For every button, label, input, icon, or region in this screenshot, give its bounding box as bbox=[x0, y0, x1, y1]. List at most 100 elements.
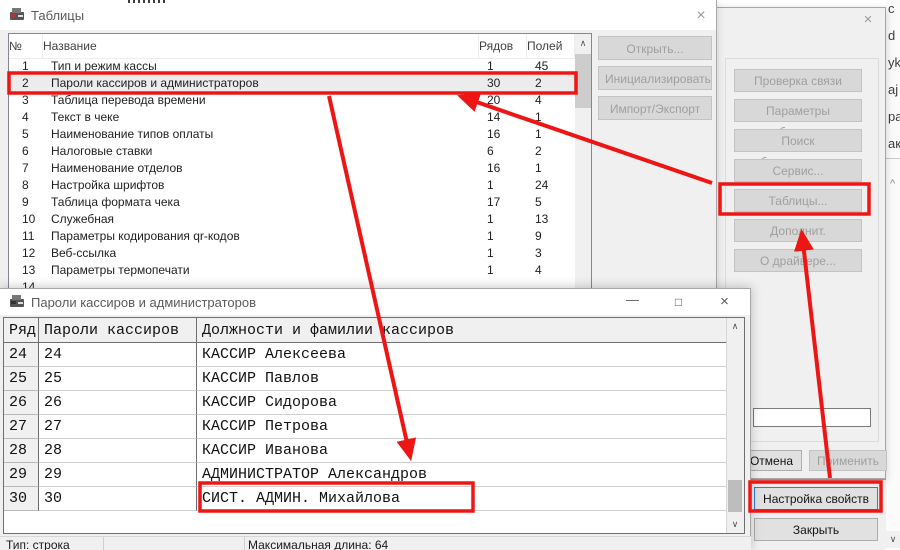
tables-window: Таблицы × № Название Рядов Полей 1Тип и … bbox=[0, 0, 717, 293]
cell-row: 28 bbox=[4, 439, 39, 463]
additional-params-button[interactable]: Дополнит. параметры... bbox=[734, 219, 862, 242]
cell-fields: 1 bbox=[527, 160, 575, 177]
table-row[interactable]: 9Таблица формата чека175 bbox=[9, 194, 575, 211]
cell-position: КАССИР Алексеева bbox=[197, 343, 727, 367]
cell-fields: 45 bbox=[527, 58, 575, 75]
password-row[interactable]: 3030СИСТ. АДМИН. Михайлова bbox=[4, 487, 727, 511]
table-row[interactable]: 4Текст в чеке141 bbox=[9, 109, 575, 126]
minimize-icon[interactable]: — bbox=[614, 289, 651, 315]
cell-password: 30 bbox=[39, 487, 197, 511]
cell-num: 7 bbox=[9, 160, 43, 177]
status-bar: Тип: строка Максимальная длина: 64 bbox=[0, 536, 751, 550]
cell-name: Параметры кодирования qr-кодов bbox=[43, 228, 479, 245]
cell-rows: 14 bbox=[479, 109, 527, 126]
cell-num: 1 bbox=[9, 58, 43, 75]
scroll-down-icon[interactable]: ∨ bbox=[727, 516, 743, 533]
table-row[interactable]: 10Служебная113 bbox=[9, 211, 575, 228]
close-icon[interactable]: × bbox=[690, 6, 712, 26]
status-separator bbox=[244, 537, 245, 550]
table-row[interactable]: 3Таблица перевода времени204 bbox=[9, 92, 575, 109]
scroll-up-icon[interactable]: ∧ bbox=[575, 34, 591, 52]
exchange-params-button[interactable]: Параметры обмена... bbox=[734, 99, 862, 122]
column-header-name[interactable]: Название bbox=[43, 34, 479, 58]
cell-row: 25 bbox=[4, 367, 39, 391]
cell-position: КАССИР Петрова bbox=[197, 415, 727, 439]
apply-button[interactable]: Применить bbox=[809, 450, 887, 471]
initialize-button[interactable]: Инициализировать bbox=[598, 66, 712, 90]
background-text-fragment: с bbox=[888, 1, 900, 16]
table-row[interactable]: 13Параметры термопечати14 bbox=[9, 262, 575, 279]
service-button[interactable]: Сервис... bbox=[734, 159, 862, 182]
cell-position: КАССИР Павлов bbox=[197, 367, 727, 391]
cell-position: СИСТ. АДМИН. Михайлова bbox=[197, 487, 727, 511]
scroll-down-icon[interactable]: ∨ bbox=[886, 531, 900, 548]
check-connection-button[interactable]: Проверка связи bbox=[734, 69, 862, 92]
cell-position: АДМИНИСТРАТОР Александров bbox=[197, 463, 727, 487]
cell-row: 29 bbox=[4, 463, 39, 487]
table-row[interactable]: 11Параметры кодирования qr-кодов19 bbox=[9, 228, 575, 245]
passwords-window: Пароли кассиров и администраторов — □ × … bbox=[0, 288, 751, 550]
cell-num: 9 bbox=[9, 194, 43, 211]
table-row[interactable]: 5Наименование типов оплаты161 bbox=[9, 126, 575, 143]
column-header-fields[interactable]: Полей bbox=[527, 34, 575, 58]
cell-row: 26 bbox=[4, 391, 39, 415]
scrollbar-thumb[interactable] bbox=[728, 480, 742, 512]
scrollbar-thumb[interactable] bbox=[575, 54, 591, 108]
close-window-button[interactable]: Закрыть bbox=[754, 518, 878, 541]
password-row[interactable]: 2727КАССИР Петрова bbox=[4, 415, 727, 439]
cell-rows: 1 bbox=[479, 211, 527, 228]
cell-num: 8 bbox=[9, 177, 43, 194]
driver-main-window: Настройка свойств Закрыть bbox=[745, 479, 886, 550]
cell-position: КАССИР Сидорова bbox=[197, 391, 727, 415]
cell-fields: 2 bbox=[527, 75, 575, 92]
cell-fields: 9 bbox=[527, 228, 575, 245]
import-export-button[interactable]: Импорт/Экспорт bbox=[598, 96, 712, 120]
password-row[interactable]: 2929АДМИНИСТРАТОР Александров bbox=[4, 463, 727, 487]
background-text-fragment: d bbox=[888, 28, 900, 43]
cell-row: 27 bbox=[4, 415, 39, 439]
properties-setup-button[interactable]: Настройка свойств bbox=[754, 487, 878, 510]
tables-window-title: Таблицы bbox=[31, 8, 84, 23]
password-row[interactable]: 2828КАССИР Иванова bbox=[4, 439, 727, 463]
column-header-rows[interactable]: Рядов bbox=[479, 34, 527, 58]
tables-button[interactable]: Таблицы... bbox=[734, 189, 862, 212]
background-text-fragment: ак bbox=[888, 136, 900, 151]
table-row[interactable]: 8Настройка шрифтов124 bbox=[9, 177, 575, 194]
maximize-icon[interactable]: □ bbox=[660, 289, 697, 315]
tables-scrollbar[interactable]: ∧ bbox=[575, 34, 591, 288]
table-row[interactable]: 7Наименование отделов161 bbox=[9, 160, 575, 177]
background-text-fragment: yk bbox=[888, 55, 900, 70]
search-equipment-button[interactable]: Поиск оборудования... bbox=[734, 129, 862, 152]
cell-rows: 30 bbox=[479, 75, 527, 92]
passwords-window-title: Пароли кассиров и администраторов bbox=[31, 295, 256, 310]
table-row[interactable]: 6Налоговые ставки62 bbox=[9, 143, 575, 160]
cell-name: Служебная bbox=[43, 211, 479, 228]
close-icon[interactable]: × bbox=[706, 289, 743, 315]
open-button[interactable]: Открыть... bbox=[598, 36, 712, 60]
password-row[interactable]: 2626КАССИР Сидорова bbox=[4, 391, 727, 415]
background-text-fragment: ра bbox=[888, 109, 900, 124]
password-row[interactable]: 2525КАССИР Павлов bbox=[4, 367, 727, 391]
table-row[interactable]: 12Веб-ссылка13 bbox=[9, 245, 575, 262]
app-icon bbox=[8, 293, 26, 311]
table-row[interactable]: 2Пароли кассиров и администраторов302 bbox=[9, 75, 575, 92]
parameter-input[interactable] bbox=[753, 408, 871, 427]
tables-titlebar bbox=[0, 0, 716, 30]
column-header-num[interactable]: № bbox=[9, 34, 43, 58]
password-row[interactable]: 2424КАССИР Алексеева bbox=[4, 343, 727, 367]
cell-num: 6 bbox=[9, 143, 43, 160]
passwords-scrollbar[interactable]: ∧ ∨ bbox=[726, 318, 744, 533]
cell-password: 25 bbox=[39, 367, 197, 391]
cell-fields: 4 bbox=[527, 262, 575, 279]
cell-num: 11 bbox=[9, 228, 43, 245]
close-icon[interactable]: × bbox=[859, 11, 877, 29]
scroll-up-icon[interactable]: ∧ bbox=[727, 318, 743, 335]
cell-rows: 17 bbox=[479, 194, 527, 211]
cell-num: 13 bbox=[9, 262, 43, 279]
table-row[interactable]: 1Тип и режим кассы145 bbox=[9, 58, 575, 75]
cell-name: Налоговые ставки bbox=[43, 143, 479, 160]
cell-rows: 6 bbox=[479, 143, 527, 160]
about-driver-button[interactable]: О драйвере... bbox=[734, 249, 862, 272]
passwords-table-panel: Ряд Пароли кассиров Должности и фамилии … bbox=[3, 317, 745, 534]
cell-fields: 4 bbox=[527, 92, 575, 109]
